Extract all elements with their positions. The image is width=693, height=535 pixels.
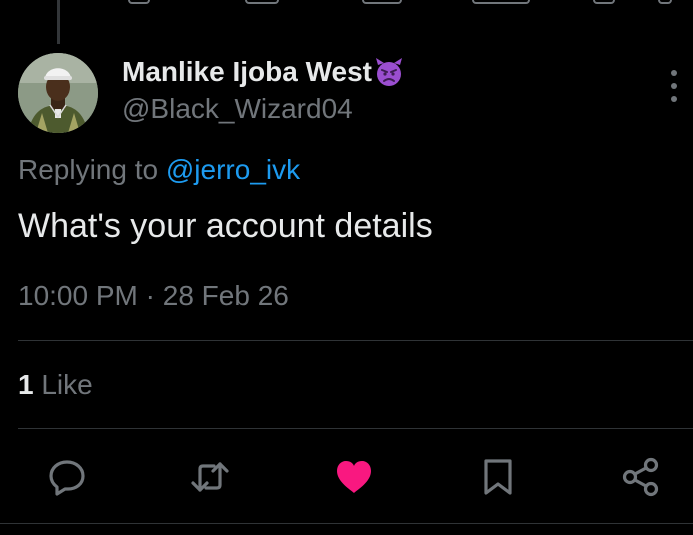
angry-devil-emoji-icon	[373, 56, 405, 88]
more-dot-icon	[671, 70, 677, 76]
retweet-button[interactable]	[188, 455, 232, 499]
display-name-text: Manlike Ijoba West	[122, 56, 372, 87]
display-name[interactable]: Manlike Ijoba West	[122, 56, 405, 88]
prev-reply-icon-partial	[128, 0, 150, 4]
avatar[interactable]	[18, 53, 98, 133]
divider	[0, 523, 693, 524]
thread-connector-line	[57, 0, 60, 44]
replying-to-mention-link[interactable]: @jerro_ivk	[166, 154, 300, 185]
more-options-button[interactable]	[664, 70, 684, 102]
tweet-timestamp[interactable]: 10:00 PM · 28 Feb 26	[18, 280, 289, 312]
like-button[interactable]	[332, 455, 376, 499]
divider	[18, 428, 693, 429]
likes-label: Like	[41, 369, 93, 400]
tweet-time: 10:00 PM	[18, 280, 138, 311]
share-button[interactable]	[619, 455, 663, 499]
bookmark-icon	[484, 459, 512, 495]
replying-to-prefix: Replying to	[18, 154, 159, 185]
divider	[18, 340, 693, 341]
prev-retweet-icon-partial	[245, 0, 279, 4]
retweet-icon	[191, 462, 229, 492]
likes-count: 1	[18, 369, 34, 400]
previous-tweet-action-bar-partial	[0, 0, 693, 6]
prev-like-icon-partial	[362, 0, 402, 4]
meta-separator: ·	[145, 280, 155, 311]
share-icon	[622, 457, 659, 497]
more-dot-icon	[671, 83, 677, 89]
prev-share-icon-partial	[658, 0, 672, 4]
liked-heart-icon	[337, 461, 371, 493]
reply-icon	[49, 460, 85, 496]
likes-stat[interactable]: 1 Like	[18, 369, 93, 401]
avatar-photo-image	[18, 53, 98, 133]
replying-to-line: Replying to @jerro_ivk	[18, 154, 300, 186]
bookmark-button[interactable]	[476, 455, 520, 499]
prev-bookmark-icon-partial	[593, 0, 615, 4]
prev-views-icon-partial	[472, 0, 530, 4]
tweet-text: What's your account details	[18, 207, 433, 245]
more-dot-icon	[671, 96, 677, 102]
user-handle[interactable]: @Black_Wizard04	[122, 93, 353, 125]
reply-button[interactable]	[45, 455, 89, 499]
tweet-date: 28 Feb 26	[162, 280, 289, 311]
